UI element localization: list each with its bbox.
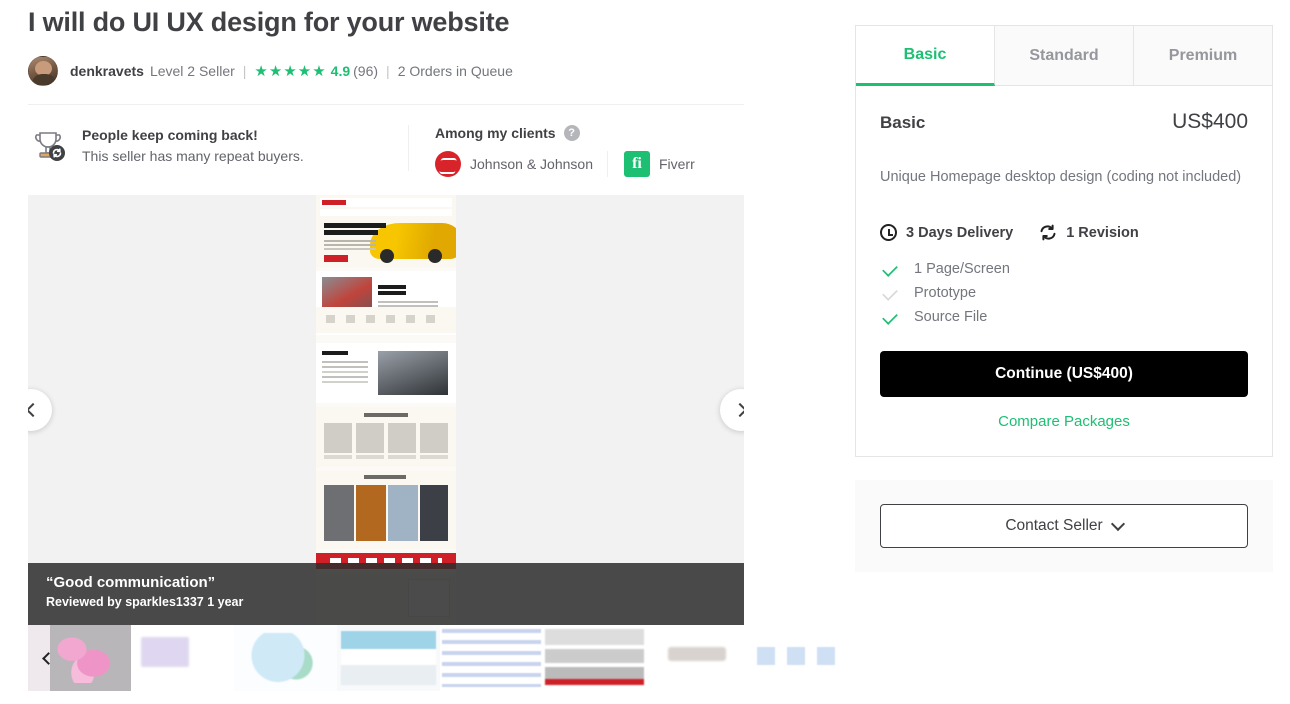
chevron-down-icon [1110,516,1125,532]
clock-icon [880,224,897,242]
feature-item: 1 Page/Screen [880,257,1248,281]
package-description: Unique Homepage desktop design (coding n… [880,169,1242,185]
gallery-thumbnail[interactable] [28,625,131,692]
tab-basic[interactable]: Basic [856,26,995,86]
clients-header: Among my clients ? [435,125,709,142]
feature-label: Prototype [914,285,977,302]
contact-seller-button[interactable]: Contact Seller [880,504,1248,549]
chevron-left-icon [28,403,40,418]
chevron-right-icon [732,403,744,418]
gallery-thumbnail[interactable] [749,625,852,692]
package-body: Basic US$400 Unique Homepage desktop des… [856,86,1272,456]
johnson-and-johnson-logo-icon [435,151,461,178]
among-my-clients: Among my clients ? Johnson & Johnson fi … [431,125,709,178]
client-item[interactable]: fi Fiverr [606,151,709,178]
star-icon: ★ [268,62,283,80]
tab-standard[interactable]: Standard [995,26,1134,86]
star-icon: ★ [312,62,326,80]
gallery-next-button[interactable] [720,389,744,432]
gallery-thumbnail-strip [28,625,852,692]
gallery-thumbnail[interactable] [646,625,749,692]
gig-gallery[interactable]: “Good communication” Reviewed by sparkle… [28,195,744,626]
delivery-label: 3 Days Delivery [906,224,1014,241]
section-divider [28,104,744,106]
trophy-repeat-icon [28,125,68,165]
tab-premium[interactable]: Premium [1134,26,1272,86]
chevron-left-icon [42,652,55,665]
revision-label: 1 Revision [1066,224,1139,241]
gallery-thumbnail[interactable] [543,625,646,692]
package-tabs: Basic Standard Premium [856,26,1272,86]
feature-label: Source File [914,309,988,326]
review-quote: “Good communication” [46,574,216,592]
package-name: Basic [880,113,926,132]
gallery-slide-image [316,195,456,626]
client-name: Johnson & Johnson [470,156,593,173]
gig-sidebar: Basic Standard Premium Basic US$400 Uniq… [855,25,1273,573]
clients-title: Among my clients [435,125,556,142]
star-icon: ★ [283,62,297,80]
page-title: I will do UI UX design for your website [28,7,510,37]
continue-button[interactable]: Continue (US$400) [880,351,1248,398]
package-card: Basic Standard Premium Basic US$400 Uniq… [855,25,1273,458]
gallery-thumbnail[interactable] [337,625,440,692]
client-name: Fiverr [658,156,695,173]
seller-name[interactable]: denkravets [70,63,144,79]
gig-main-column: I will do UI UX design for your website … [28,0,852,692]
repeat-badge-subtitle: This seller has many repeat buyers. [82,147,304,164]
rating-count: (96) [353,63,379,80]
feature-item: Source File [880,305,1248,329]
star-icon: ★ [254,62,268,80]
contact-seller-label: Contact Seller [1005,517,1103,535]
contact-seller-card: Contact Seller [855,480,1273,573]
revision-icon [1039,224,1057,241]
gallery-thumbnail[interactable] [440,625,543,692]
clients-list: Johnson & Johnson fi Fiverr [435,151,709,178]
rating-stars: ★ ★ ★ ★ ★ [254,64,325,79]
package-meta: 3 Days Delivery 1 Revision [880,224,1248,242]
badges-row: People keep coming back! This seller has… [28,125,744,178]
repeat-badge-title: People keep coming back! [82,126,258,143]
seller-level: Level 2 Seller [149,63,235,80]
feature-item: Prototype [880,281,1248,305]
gallery-thumbnail[interactable] [234,625,337,692]
help-icon[interactable]: ? [563,125,580,142]
orders-in-queue: 2 Orders in Queue [397,63,513,80]
package-features: 1 Page/Screen Prototype Source File [880,257,1248,329]
revisions: 1 Revision [1039,224,1139,241]
divider-text: | [386,63,390,80]
divider-text: | [242,63,247,80]
feature-label: 1 Page/Screen [914,261,1010,278]
avatar[interactable] [28,56,58,87]
check-icon-disabled [882,285,898,301]
vertical-divider [408,125,409,172]
repeat-badge-text: People keep coming back! This seller has… [82,127,304,164]
gig-page: I will do UI UX design for your website … [0,0,1290,704]
check-icon [882,309,898,325]
compare-packages-link[interactable]: Compare Packages [880,413,1248,430]
star-icon: ★ [297,62,312,80]
gallery-thumbnail[interactable] [131,625,234,692]
package-price: US$400 [1172,110,1248,133]
delivery-time: 3 Days Delivery [880,224,1014,242]
fiverr-logo-icon: fi [623,151,650,178]
repeat-buyers-badge: People keep coming back! This seller has… [28,125,408,165]
rating-value: 4.9 [330,63,351,80]
gallery-prev-button[interactable] [28,389,52,432]
check-icon [882,261,898,277]
review-byline: Reviewed by sparkles1337 1 year [46,595,244,610]
seller-summary: denkravets Level 2 Seller | ★ ★ ★ ★ ★ 4.… [28,56,744,87]
client-item[interactable]: Johnson & Johnson [435,151,607,178]
gallery-review-overlay: “Good communication” Reviewed by sparkle… [28,563,744,626]
package-header: Basic US$400 [880,110,1248,134]
thumbnails-prev-button[interactable] [38,649,56,667]
